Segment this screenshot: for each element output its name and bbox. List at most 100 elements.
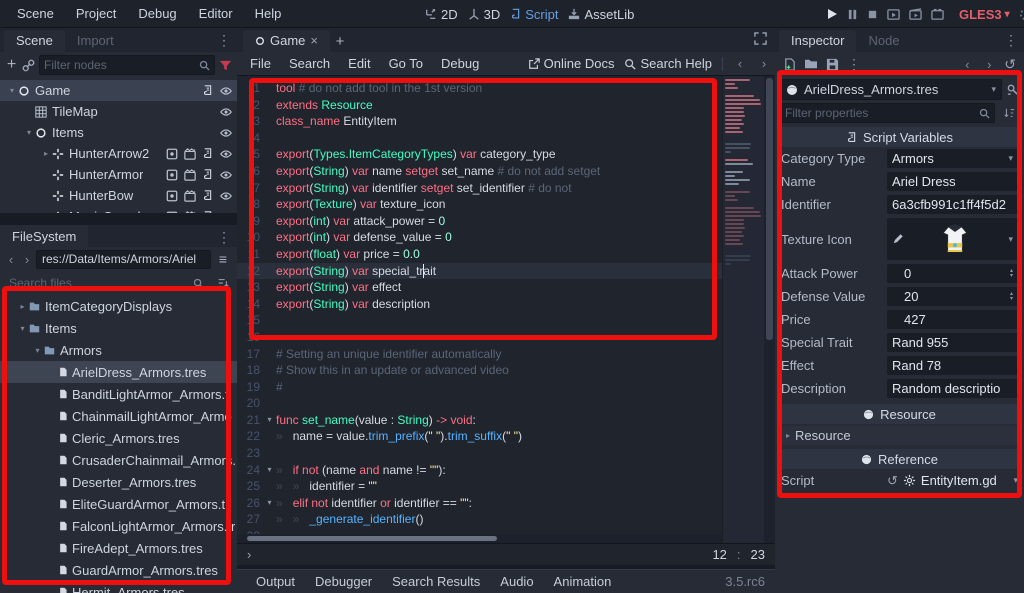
- filesystem-title[interactable]: FileSystem: [0, 225, 88, 247]
- sort-files-icon[interactable]: [213, 273, 233, 293]
- code-line-14[interactable]: 14export(String) var description: [237, 296, 722, 313]
- edit-texture-icon[interactable]: [892, 233, 904, 245]
- texture-preview[interactable]: [904, 224, 1005, 254]
- save-resource-icon[interactable]: [826, 58, 839, 71]
- history-forward-icon[interactable]: ›: [982, 57, 996, 72]
- pause-button[interactable]: [847, 9, 858, 20]
- scene-node-magicsword[interactable]: MagicSword: [0, 206, 237, 213]
- workspace-assetlib[interactable]: AssetLib: [568, 7, 634, 22]
- play-button[interactable]: [826, 8, 838, 20]
- toggle-split-mode-icon[interactable]: ≡: [213, 249, 233, 269]
- script-value[interactable]: EntityItem.gd: [921, 473, 1006, 488]
- file-hermit-armors-tres[interactable]: Hermit_Armors.tres: [0, 581, 237, 593]
- menu-editor[interactable]: Editor: [190, 3, 242, 24]
- script-menu-edit[interactable]: Edit: [339, 54, 379, 73]
- instance-scene-button[interactable]: [22, 55, 35, 75]
- code-line-18[interactable]: 18# Show this in an update or advanced v…: [237, 362, 722, 379]
- property-value-field[interactable]: Ariel Dress: [887, 172, 1018, 191]
- property-value-field[interactable]: ▾: [887, 218, 1018, 260]
- code-line-20[interactable]: 20: [237, 395, 722, 412]
- code-line-1[interactable]: 1tool # do not add tool in the 1st versi…: [237, 80, 722, 97]
- bottom-tab-audio[interactable]: Audio: [491, 572, 542, 591]
- video-driver-select[interactable]: GLES3 ▾: [959, 7, 1010, 22]
- script-icon[interactable]: [202, 210, 213, 213]
- filter-properties-input[interactable]: [785, 106, 979, 120]
- code-line-25[interactable]: 25» » identifier = "": [237, 478, 722, 495]
- stop-button[interactable]: [867, 9, 878, 20]
- scene-node-hunterbow[interactable]: HunterBow: [0, 185, 237, 206]
- eye-icon[interactable]: [219, 85, 233, 97]
- file-guardarmor-armors-tres[interactable]: GuardArmor_Armors.tres: [0, 559, 237, 581]
- spinner-icon[interactable]: ▴▾: [1010, 292, 1013, 302]
- add-node-button[interactable]: +: [5, 55, 18, 75]
- collapse-icon[interactable]: ▾: [23, 128, 35, 137]
- code-line-22[interactable]: 22» name = value.trim_prefix(" ").trim_s…: [237, 428, 722, 445]
- tab-scene[interactable]: Scene: [4, 30, 65, 52]
- nav-forward-icon[interactable]: ›: [20, 252, 34, 267]
- expand-icon[interactable]: ▸: [17, 302, 28, 311]
- code-line-2[interactable]: 2extends Resource: [237, 97, 722, 114]
- bottom-tab-debugger[interactable]: Debugger: [306, 572, 381, 591]
- code-line-5[interactable]: 5export(Types.ItemCategoryTypes) var cat…: [237, 146, 722, 163]
- code-line-4[interactable]: 4: [237, 130, 722, 147]
- new-scene-tab-button[interactable]: +: [330, 31, 350, 51]
- code-line-12[interactable]: 12export(String) var special_trait: [237, 263, 722, 280]
- eye-icon[interactable]: [219, 190, 233, 202]
- sort-properties-icon[interactable]: [999, 103, 1019, 123]
- file-chainmaillightarmor-armo[interactable]: ChainmailLightArmor_Armo: [0, 405, 237, 427]
- workspace-3d[interactable]: 3D: [468, 7, 501, 22]
- menu-help[interactable]: Help: [246, 3, 291, 24]
- script-icon[interactable]: [202, 84, 213, 97]
- spinner-icon[interactable]: ▴▾: [1010, 269, 1013, 279]
- script-menu-search[interactable]: Search: [280, 54, 339, 73]
- code-line-17[interactable]: 17# Setting an unique identifier automat…: [237, 346, 722, 363]
- current-path[interactable]: res://Data/Items/Armors/Ariel: [36, 250, 211, 269]
- dock-menu-icon[interactable]: ⋮: [1004, 32, 1018, 49]
- new-resource-icon[interactable]: [783, 58, 796, 71]
- script-menu-file[interactable]: File: [241, 54, 280, 73]
- movie-icon[interactable]: [184, 148, 196, 160]
- instance-icon[interactable]: [166, 169, 178, 181]
- collapse-icon[interactable]: ▾: [32, 346, 43, 355]
- tab-import[interactable]: Import: [65, 30, 126, 52]
- vertical-scrollbar[interactable]: [764, 76, 775, 543]
- instance-icon[interactable]: [166, 211, 178, 214]
- property-value-field[interactable]: Random descriptio: [887, 379, 1018, 398]
- history-forward-icon[interactable]: ›: [757, 56, 771, 71]
- history-back-icon[interactable]: ‹: [733, 56, 747, 71]
- dock-menu-icon[interactable]: ⋮: [217, 32, 231, 49]
- scene-node-game[interactable]: ▾Game: [0, 80, 237, 101]
- subsection-resource[interactable]: ▸Resource: [780, 426, 1019, 445]
- code-minimap[interactable]: [722, 76, 764, 543]
- property-value-field[interactable]: Rand 955: [887, 333, 1018, 352]
- play-movie-button[interactable]: [887, 8, 900, 21]
- eye-icon[interactable]: [219, 169, 233, 181]
- code-line-15[interactable]: 15: [237, 312, 722, 329]
- file-crusaderchainmail-armors-[interactable]: CrusaderChainmail_Armors.: [0, 449, 237, 471]
- script-icon[interactable]: [202, 168, 213, 181]
- expand-panel-icon[interactable]: ›: [247, 547, 251, 562]
- section-script-variables[interactable]: Script Variables: [780, 127, 1019, 147]
- file-eliteguardarmor-armors-tr[interactable]: EliteGuardArmor_Armors.tr: [0, 493, 237, 515]
- folder-itemcategorydisplays[interactable]: ▸ItemCategoryDisplays: [0, 295, 237, 317]
- code-line-11[interactable]: 11export(float) var price = 0.0: [237, 246, 722, 263]
- filter-nodes-input[interactable]: [44, 58, 199, 72]
- revert-icon[interactable]: ↺: [887, 473, 898, 489]
- online-docs-button[interactable]: Online Docs: [528, 56, 615, 71]
- tab-inspector[interactable]: Inspector: [779, 30, 856, 52]
- movie-icon[interactable]: [184, 190, 196, 202]
- script-icon[interactable]: [202, 189, 213, 202]
- code-line-10[interactable]: 10export(int) var defense_value = 0: [237, 229, 722, 246]
- property-value-field[interactable]: 6a3cfb991c1ff4f5d2: [887, 195, 1018, 214]
- fold-icon[interactable]: ▾: [263, 412, 276, 429]
- instance-icon[interactable]: [166, 190, 178, 202]
- bottom-tab-animation[interactable]: Animation: [545, 572, 621, 591]
- eye-icon[interactable]: [219, 106, 233, 118]
- eye-icon[interactable]: [219, 148, 233, 160]
- eye-icon[interactable]: [219, 127, 233, 139]
- bottom-tab-search-results[interactable]: Search Results: [383, 572, 489, 591]
- scene-node-tilemap[interactable]: TileMap: [0, 101, 237, 122]
- collapse-icon[interactable]: ▾: [17, 324, 28, 333]
- fold-icon[interactable]: ▾: [263, 462, 276, 479]
- menu-debug[interactable]: Debug: [129, 3, 185, 24]
